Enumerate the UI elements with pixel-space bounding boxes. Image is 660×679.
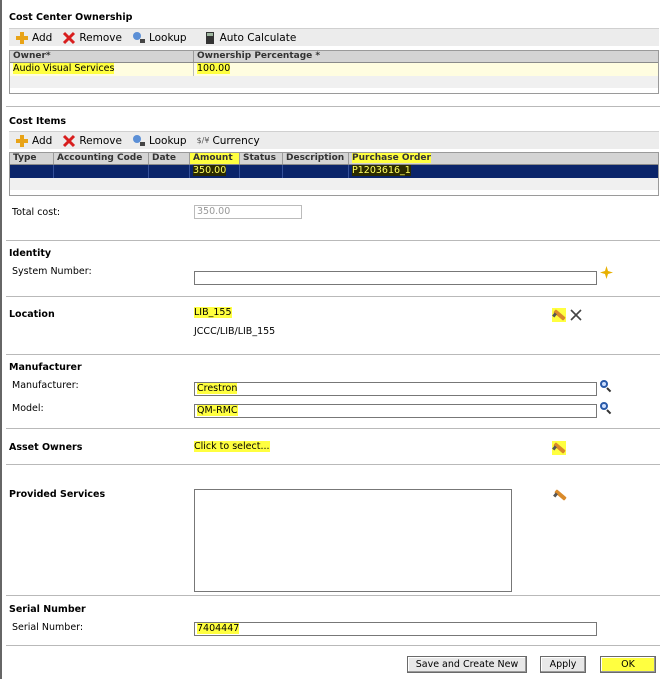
lookup-icon bbox=[132, 134, 146, 148]
cost-items-toolbar: Add Remove Lookup $/¥ Currency bbox=[9, 131, 659, 149]
remove-icon bbox=[62, 31, 76, 45]
currency-icon: $/¥ bbox=[196, 136, 210, 145]
ownership-remove-button[interactable]: Remove bbox=[62, 31, 122, 45]
percentage-cell: 100.00 bbox=[197, 63, 231, 74]
ownership-grid: Owner* Ownership Percentage * Audio Visu… bbox=[9, 50, 659, 94]
add-icon bbox=[15, 31, 29, 45]
ownership-toolbar: Add Remove Lookup Auto Calculate bbox=[9, 28, 659, 46]
column-header[interactable]: Status bbox=[240, 153, 283, 164]
save-and-create-new-button[interactable]: Save and Create New bbox=[407, 656, 527, 673]
location-value[interactable]: LIB_155 bbox=[194, 307, 232, 318]
location-title: Location bbox=[9, 309, 55, 320]
cost-items-remove-button[interactable]: Remove bbox=[62, 134, 122, 148]
divider bbox=[6, 240, 660, 241]
serial-number-input[interactable]: 7404447 bbox=[194, 622, 597, 636]
model-search-icon[interactable] bbox=[599, 401, 612, 415]
grid-empty-area bbox=[10, 76, 658, 88]
divider bbox=[6, 464, 660, 465]
ok-button[interactable]: OK bbox=[600, 656, 656, 673]
manufacturer-title: Manufacturer bbox=[9, 362, 82, 373]
ownership-add-button[interactable]: Add bbox=[15, 31, 52, 45]
provided-services-textarea[interactable] bbox=[194, 489, 512, 592]
column-header[interactable]: Accounting Code bbox=[54, 153, 149, 164]
model-input[interactable]: QM-RMC bbox=[194, 404, 597, 418]
remove-icon bbox=[62, 134, 76, 148]
location-path: JCCC/LIB/LIB_155 bbox=[194, 326, 276, 337]
manufacturer-label: Manufacturer: bbox=[12, 380, 79, 391]
calculator-icon bbox=[203, 31, 217, 45]
auto-calculate-button[interactable]: Auto Calculate bbox=[203, 31, 296, 45]
total-cost-label: Total cost: bbox=[12, 207, 61, 218]
purchase-order-cell: P1203616_1 bbox=[352, 165, 411, 176]
divider bbox=[6, 595, 660, 596]
edit-asset-owners-icon[interactable] bbox=[552, 441, 566, 455]
identity-title: Identity bbox=[9, 248, 52, 259]
total-cost-field: 350.00 bbox=[194, 205, 302, 219]
column-header[interactable]: Amount bbox=[190, 153, 240, 164]
divider bbox=[6, 106, 660, 107]
serial-number-title: Serial Number bbox=[9, 604, 86, 615]
column-header[interactable]: Date bbox=[149, 153, 190, 164]
required-star-icon bbox=[600, 266, 613, 279]
cost-items-lookup-button[interactable]: Lookup bbox=[132, 134, 187, 148]
table-row[interactable]: 350.00 P1203616_1 bbox=[10, 165, 658, 178]
cost-items-grid: Type Accounting Code Date Amount Status … bbox=[9, 152, 659, 196]
column-header: Purchase Order bbox=[352, 153, 431, 163]
apply-button[interactable]: Apply bbox=[540, 656, 586, 673]
column-header[interactable]: Ownership Percentage * bbox=[194, 51, 658, 62]
cost-items-add-button[interactable]: Add bbox=[15, 134, 52, 148]
system-number-input[interactable] bbox=[194, 271, 597, 285]
currency-button[interactable]: $/¥ Currency bbox=[197, 135, 260, 147]
edit-provided-services-icon[interactable] bbox=[553, 488, 567, 502]
divider bbox=[6, 296, 660, 297]
provided-services-title: Provided Services bbox=[9, 489, 106, 500]
cost-items-grid-header: Type Accounting Code Date Amount Status … bbox=[10, 153, 658, 165]
cost-items-title: Cost Items bbox=[9, 116, 67, 127]
clear-location-icon[interactable] bbox=[570, 309, 582, 321]
add-icon bbox=[15, 134, 29, 148]
model-label: Model: bbox=[12, 403, 44, 414]
system-number-label: System Number: bbox=[12, 266, 92, 277]
column-header[interactable]: Owner* bbox=[10, 51, 194, 62]
column-header[interactable]: Description bbox=[283, 153, 349, 164]
owner-cell: Audio Visual Services bbox=[13, 63, 115, 74]
divider bbox=[6, 645, 660, 646]
ownership-lookup-button[interactable]: Lookup bbox=[132, 31, 187, 45]
serial-number-label: Serial Number: bbox=[12, 622, 84, 633]
column-header[interactable]: Type bbox=[10, 153, 54, 164]
divider bbox=[6, 428, 660, 429]
amount-cell: 350.00 bbox=[193, 165, 227, 176]
lookup-icon bbox=[132, 31, 146, 45]
table-row[interactable]: Audio Visual Services 100.00 bbox=[10, 63, 658, 76]
grid-empty-area bbox=[10, 178, 658, 190]
manufacturer-input[interactable]: Crestron bbox=[194, 382, 597, 396]
edit-location-icon[interactable] bbox=[552, 308, 566, 322]
asset-owners-title: Asset Owners bbox=[9, 442, 83, 453]
divider bbox=[6, 354, 660, 355]
manufacturer-search-icon[interactable] bbox=[599, 379, 612, 393]
cost-center-ownership-title: Cost Center Ownership bbox=[9, 12, 133, 23]
ownership-grid-header: Owner* Ownership Percentage * bbox=[10, 51, 658, 63]
asset-owners-select-link[interactable]: Click to select... bbox=[194, 441, 270, 452]
